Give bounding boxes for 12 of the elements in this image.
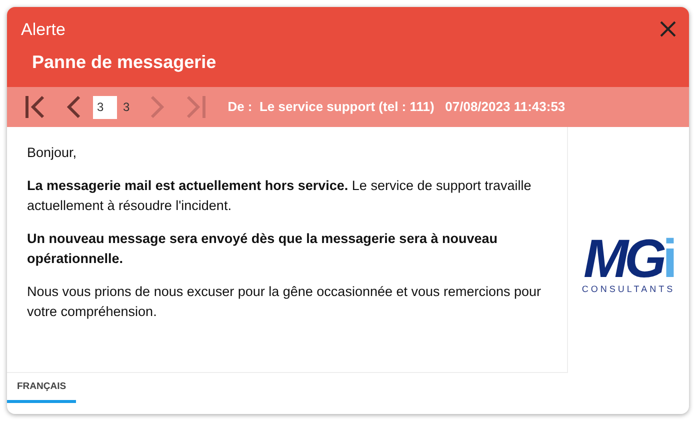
page-total: 3 (123, 99, 130, 116)
logo-caption: CONSULTANTS (582, 282, 676, 296)
alert-subject: Panne de messagerie (32, 51, 218, 74)
message-paragraph: La messagerie mail est actuellement hors service. Le service de support travaille actuellement à résoudre l'incident. (27, 177, 532, 215)
logo-mark: MGi (583, 234, 674, 283)
language-tab[interactable]: FRANÇAIS (7, 380, 76, 404)
sender-line: De : Le service support (tel : 111) 07/08/2023 11:43:53 (228, 98, 566, 116)
message-paragraph: Nous vous prions de nous excuser pour la gêne occasionnée et vous remercions pour votre compréhension. (27, 283, 542, 321)
message-paragraph: Un nouveau message sera envoyé dès que la messagerie sera à nouveau opérationnelle. (27, 230, 498, 268)
page-field[interactable]: 3 (93, 96, 117, 118)
message-paragraph: Bonjour, (27, 144, 78, 162)
window-title: Alerte (21, 20, 66, 40)
